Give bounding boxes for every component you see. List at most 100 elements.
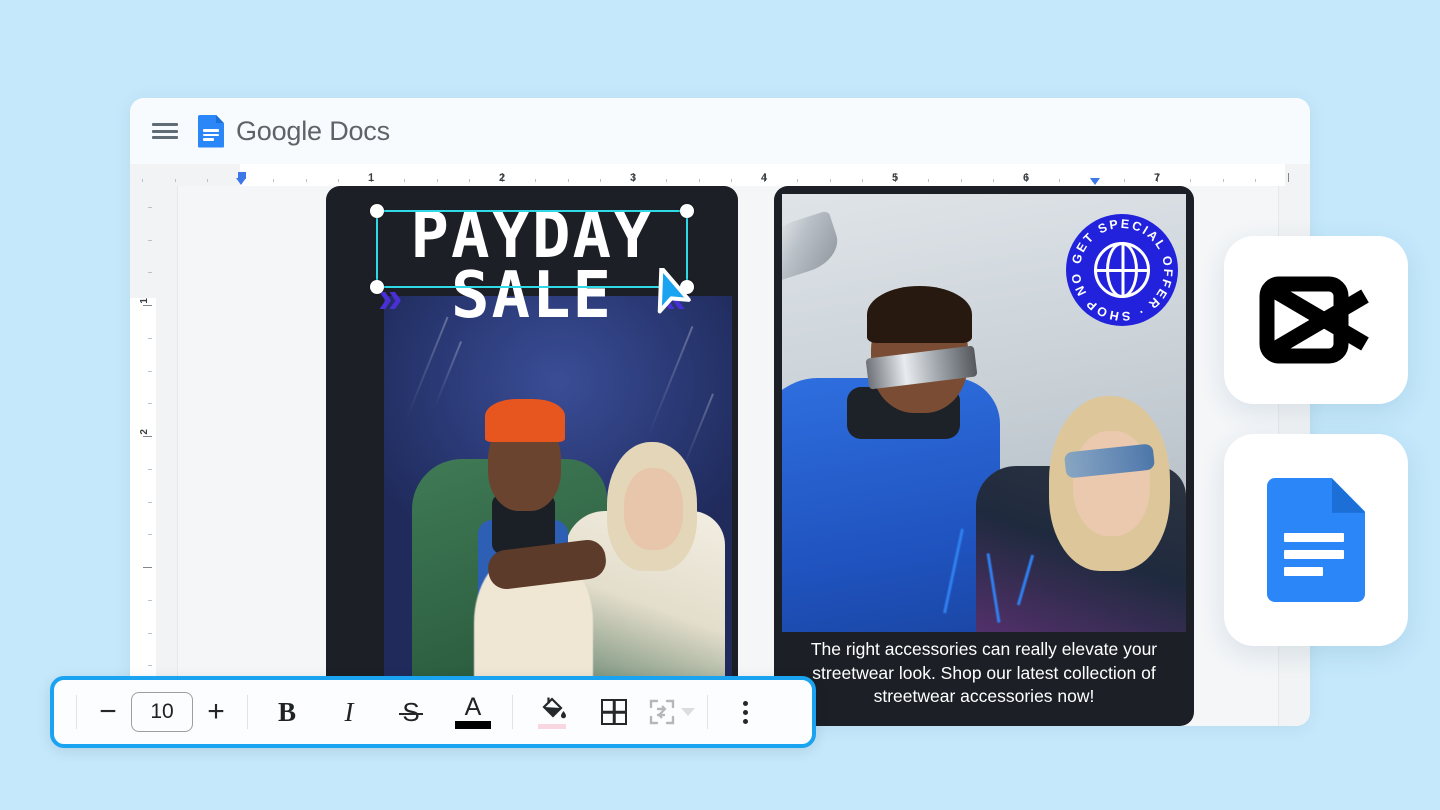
- ruler-tick-minor: [567, 179, 569, 182]
- ruler-number: 6: [1022, 172, 1030, 184]
- strikethrough-icon: S: [399, 696, 424, 727]
- ruler-tick-minor: [600, 179, 602, 182]
- bold-button[interactable]: B: [264, 689, 310, 735]
- document-body: 12 PAYDAY SALE » GET SPECIAL OFFER · SHO…: [130, 186, 1310, 726]
- google-docs-logo-icon: [198, 114, 224, 148]
- minus-icon: −: [99, 695, 117, 728]
- ruler-tick-minor: [148, 468, 152, 470]
- font-size-input[interactable]: 10: [131, 689, 193, 735]
- globe-icon: [1094, 242, 1150, 298]
- ruler-tick-minor: [698, 179, 700, 182]
- ruler-tick-minor: [436, 179, 438, 182]
- more-options-button[interactable]: [722, 689, 768, 735]
- decrease-font-size-button[interactable]: −: [85, 689, 131, 735]
- ruler-tick-major: [143, 305, 152, 306]
- ruler-tick-minor: [927, 179, 929, 182]
- ruler-tick-minor: [174, 179, 176, 182]
- increase-font-size-button[interactable]: +: [193, 689, 239, 735]
- ruler-tick-minor: [1124, 179, 1126, 182]
- poster-payday-sale[interactable]: PAYDAY SALE » «: [326, 186, 738, 726]
- screen: Google Docs 1234567 12 PAYDAY SALE » GET…: [0, 0, 1440, 810]
- ruler-number: 1: [367, 172, 375, 184]
- ruler-tick-minor: [960, 179, 962, 182]
- google-docs-logo-icon: [1267, 478, 1365, 602]
- font-size-value[interactable]: 10: [131, 692, 193, 732]
- chevron-down-icon[interactable]: [681, 708, 695, 716]
- pointer-cursor-icon: [648, 265, 694, 318]
- vertical-ruler[interactable]: 12: [130, 186, 156, 726]
- image-resize-icon: [649, 699, 675, 725]
- ruler-tick-minor: [1058, 179, 1060, 182]
- ruler-tick-major: [143, 436, 152, 437]
- brand-light: Docs: [329, 115, 390, 146]
- ruler-tick-minor: [829, 179, 831, 182]
- ruler-tick-minor: [148, 501, 152, 503]
- toolbar-divider: [76, 695, 77, 729]
- italic-icon: I: [344, 696, 354, 727]
- text-color-letter: A: [464, 692, 482, 721]
- text-color-button[interactable]: A: [450, 689, 496, 735]
- highlight-color-button[interactable]: [529, 689, 575, 735]
- ruler-tick-minor: [141, 179, 143, 182]
- hamburger-icon[interactable]: [152, 121, 178, 141]
- ruler-tick-minor: [534, 179, 536, 182]
- ruler-tick-minor: [1222, 179, 1224, 182]
- poster1-photo: [384, 296, 732, 726]
- strikethrough-button[interactable]: S: [388, 689, 434, 735]
- ruler-tick-minor: [469, 179, 471, 182]
- borders-button[interactable]: [591, 689, 637, 735]
- ruler-tick-minor: [148, 403, 152, 405]
- formatting-toolbar[interactable]: − 10 + B I S A: [50, 676, 816, 748]
- ruler-tick-minor: [148, 534, 152, 536]
- ruler-tick-major: [143, 567, 152, 568]
- resize-handle-top-right[interactable]: [680, 204, 694, 218]
- table-grid-icon: [601, 699, 627, 725]
- text-color-icon: A: [455, 692, 491, 729]
- document-page[interactable]: PAYDAY SALE » «: [178, 186, 1278, 726]
- ruler-tick-minor: [665, 179, 667, 182]
- google-docs-app-card[interactable]: [1224, 434, 1408, 646]
- ruler-tick-minor: [148, 632, 152, 634]
- poster2-photo: GET SPECIAL OFFER · SHOP NOW ·: [782, 194, 1186, 632]
- ruler-number: 2: [498, 172, 506, 184]
- ruler-tick-minor: [148, 665, 152, 667]
- right-indent-marker[interactable]: [1090, 172, 1101, 185]
- ruler-tick-minor: [796, 179, 798, 182]
- poster-streetwear[interactable]: GET SPECIAL OFFER · SHOP NOW · The right…: [774, 186, 1194, 726]
- ruler-number: 2: [139, 429, 150, 435]
- ruler-tick-minor: [993, 179, 995, 182]
- resize-handle-top-left[interactable]: [370, 204, 384, 218]
- horizontal-ruler[interactable]: 1 2 3 4 5 6 7: [130, 164, 1310, 186]
- three-dots-icon: [742, 700, 748, 724]
- selection-box[interactable]: [370, 204, 694, 294]
- text-color-swatch: [455, 720, 491, 729]
- toolbar-divider: [512, 695, 513, 729]
- ruler-tick-minor: [272, 179, 274, 182]
- paint-bucket-icon: [538, 695, 566, 729]
- plus-icon: +: [207, 695, 225, 728]
- ruler-tick-minor: [731, 179, 733, 182]
- ruler-number: 1: [139, 298, 150, 304]
- ruler-tick-minor: [1189, 179, 1191, 182]
- status-badge: GET SPECIAL OFFER · SHOP NOW ·: [1066, 214, 1178, 326]
- toolbar-divider: [247, 695, 248, 729]
- ruler-number: 7: [1153, 172, 1161, 184]
- ruler-tick-minor: [403, 179, 405, 182]
- ruler-tick-minor: [305, 179, 307, 182]
- ruler-tick-minor: [148, 337, 152, 339]
- ruler-tick-minor: [148, 599, 152, 601]
- resize-handle-bottom-left[interactable]: [370, 280, 384, 294]
- ruler-tick-minor: [148, 239, 152, 241]
- image-options-button[interactable]: [649, 689, 695, 735]
- bold-icon: B: [277, 696, 296, 727]
- toolbar-divider: [707, 695, 708, 729]
- italic-button[interactable]: I: [326, 689, 372, 735]
- left-indent-marker[interactable]: [236, 172, 247, 185]
- google-docs-window: Google Docs 1234567 12 PAYDAY SALE » GET…: [130, 98, 1310, 726]
- ruler-tick-minor: [338, 179, 340, 182]
- ruler-tick-minor: [148, 272, 152, 274]
- ruler-tick-minor: [148, 206, 152, 208]
- capcut-app-card[interactable]: [1224, 236, 1408, 404]
- ruler-tick-minor: [1255, 179, 1257, 182]
- document-canvas[interactable]: PAYDAY SALE » «: [156, 186, 1310, 726]
